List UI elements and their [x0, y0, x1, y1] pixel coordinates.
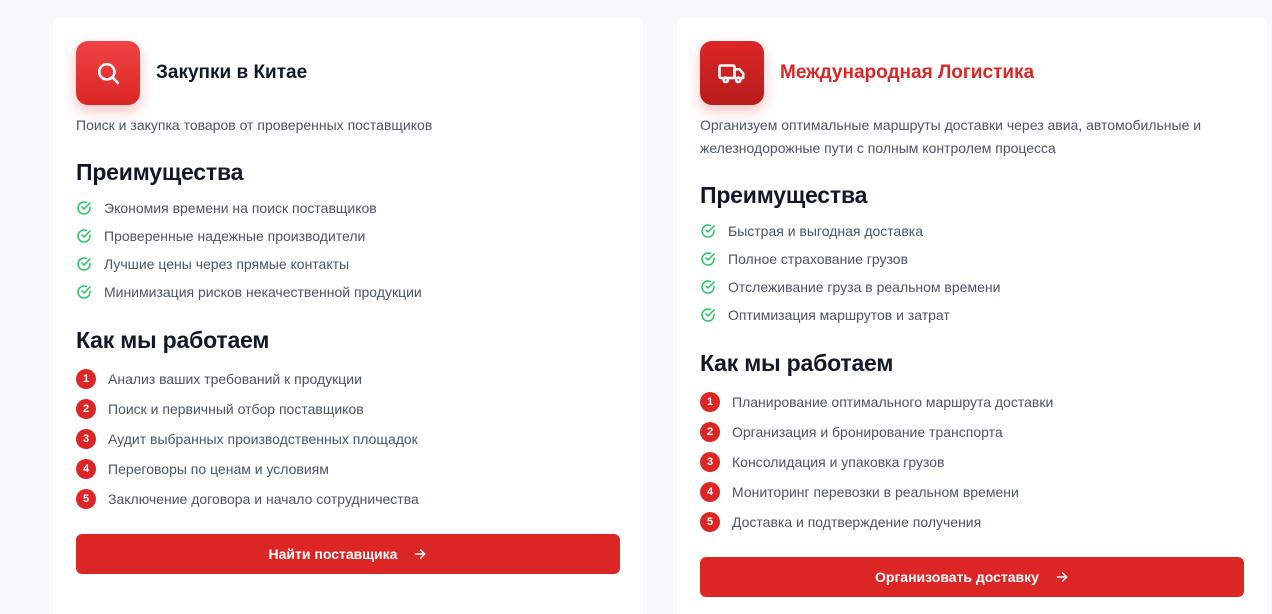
advantage-text: Быстрая и выгодная доставка — [728, 223, 924, 239]
check-circle-icon — [77, 229, 91, 243]
button-label: Организовать доставку — [875, 569, 1039, 585]
check-circle-icon — [701, 280, 715, 294]
step-number-badge: 4 — [76, 459, 96, 479]
step-text: Доставка и подтверждение получения — [732, 514, 982, 530]
step-number-badge: 2 — [76, 399, 96, 419]
advantage-text: Отслеживание груза в реальном времени — [728, 279, 1001, 295]
card-description: Организуем оптимальные маршруты доставки… — [700, 117, 1202, 156]
advantage-text: Оптимизация маршрутов и затрат — [728, 307, 950, 323]
process-step: 1 Планирование оптимального маршрута дос… — [700, 387, 1244, 417]
card-title: Закупки в Китае — [156, 62, 308, 83]
step-text: Заключение договора и начало сотрудничес… — [108, 491, 419, 507]
process-step: 1 Анализ ваших требований к продукции — [76, 364, 620, 394]
step-number-badge: 5 — [76, 489, 96, 509]
arrow-right-icon — [415, 549, 426, 559]
advantage-item: Лучшие цены через прямые контакты — [76, 250, 620, 278]
advantages-list: Быстрая и выгодная доставка Полное страх… — [700, 217, 1244, 329]
check-circle-icon — [77, 285, 91, 299]
step-text: Анализ ваших требований к продукции — [108, 371, 362, 387]
advantage-text: Лучшие цены через прямые контакты — [104, 256, 350, 272]
advantages-heading: Преимущества — [76, 159, 244, 185]
step-number-badge: 4 — [700, 482, 720, 502]
step-number-badge: 2 — [700, 422, 720, 442]
advantage-item: Экономия времени на поиск поставщиков — [76, 194, 620, 222]
step-text: Планирование оптимального маршрута доста… — [732, 394, 1054, 410]
step-text: Консолидация и упаковка грузов — [732, 454, 945, 470]
search-icon — [76, 41, 140, 105]
check-circle-icon — [701, 224, 715, 238]
advantage-item: Полное страхование грузов — [700, 245, 1244, 273]
process-step: 4 Переговоры по ценам и условиям — [76, 454, 620, 484]
process-step: 3 Аудит выбранных производственных площа… — [76, 424, 620, 454]
advantages-heading: Преимущества — [700, 182, 868, 208]
button-label: Найти поставщика — [268, 546, 398, 562]
process-heading: Как мы работаем — [700, 350, 894, 376]
advantage-item: Минимизация рисков некачественной продук… — [76, 278, 620, 306]
service-card-china-sourcing: Закупки в Китае Поиск и закупка товаров … — [53, 17, 643, 614]
check-circle-icon — [701, 252, 715, 266]
card-header: Международная Логистика — [700, 41, 1244, 105]
step-number-badge: 1 — [76, 369, 96, 389]
advantage-text: Полное страхование грузов — [728, 251, 909, 267]
process-step: 5 Доставка и подтверждение получения — [700, 507, 1244, 537]
advantage-text: Экономия времени на поиск поставщиков — [104, 200, 377, 216]
advantage-item: Отслеживание груза в реальном времени — [700, 273, 1244, 301]
process-step: 2 Организация и бронирование транспорта — [700, 417, 1244, 447]
check-circle-icon — [77, 257, 91, 271]
step-text: Организация и бронирование транспорта — [732, 424, 1003, 440]
advantage-item: Быстрая и выгодная доставка — [700, 217, 1244, 245]
advantage-item: Проверенные надежные производители — [76, 222, 620, 250]
advantage-text: Проверенные надежные производители — [104, 228, 366, 244]
step-text: Мониторинг перевозки в реальном времени — [732, 484, 1019, 500]
arrow-right-icon — [1056, 572, 1068, 582]
step-number-badge: 1 — [700, 392, 720, 412]
process-step: 3 Консолидация и упаковка грузов — [700, 447, 1244, 477]
step-text: Поиск и первичный отбор поставщиков — [108, 401, 364, 417]
card-header: Закупки в Китае — [76, 41, 620, 105]
process-steps-list: 1 Анализ ваших требований к продукции 2 … — [76, 364, 620, 514]
step-text: Переговоры по ценам и условиям — [108, 461, 329, 477]
process-step: 5 Заключение договора и начало сотруднич… — [76, 484, 620, 514]
check-circle-icon — [701, 308, 715, 322]
step-number-badge: 3 — [76, 429, 96, 449]
check-circle-icon — [77, 201, 91, 215]
find-supplier-button[interactable]: Найти поставщика — [76, 534, 620, 574]
advantage-item: Оптимизация маршрутов и затрат — [700, 301, 1244, 329]
process-step: 2 Поиск и первичный отбор поставщиков — [76, 394, 620, 424]
step-number-badge: 5 — [700, 512, 720, 532]
process-steps-list: 1 Планирование оптимального маршрута дос… — [700, 387, 1244, 537]
process-step: 4 Мониторинг перевозки в реальном времен… — [700, 477, 1244, 507]
card-description: Поиск и закупка товаров от проверенных п… — [76, 117, 433, 133]
advantage-text: Минимизация рисков некачественной продук… — [104, 284, 422, 300]
card-title: Международная Логистика — [780, 62, 1035, 83]
step-text: Аудит выбранных производственных площадо… — [108, 431, 418, 447]
arrange-delivery-button[interactable]: Организовать доставку — [700, 557, 1244, 597]
service-card-international-logistics: Международная Логистика Организуем оптим… — [677, 17, 1267, 614]
advantages-list: Экономия времени на поиск поставщиков Пр… — [76, 194, 620, 306]
step-number-badge: 3 — [700, 452, 720, 472]
truck-icon — [700, 41, 764, 105]
process-heading: Как мы работаем — [76, 327, 270, 353]
